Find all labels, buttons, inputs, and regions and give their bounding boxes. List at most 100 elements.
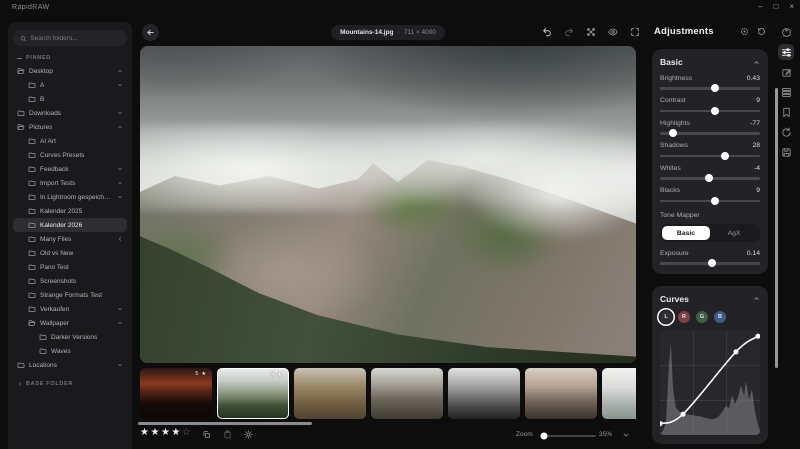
folder-row-verkaufen[interactable]: Verkaufen — [13, 302, 127, 316]
slider-knob[interactable] — [705, 174, 713, 182]
curve-channel-g[interactable]: G — [696, 311, 708, 323]
slider-track[interactable] — [660, 177, 760, 180]
folder-row-wallpaper[interactable]: Wallpaper — [13, 316, 127, 330]
basic-section-title: Basic — [660, 57, 683, 67]
masks-layers-icon[interactable] — [778, 84, 794, 100]
folder-row-in-lightroom-gespeicherte[interactable]: In Lightroom gespeicherte … — [13, 190, 127, 204]
reset-adjustments-icon[interactable] — [757, 27, 766, 36]
folder-row-curves-presets[interactable]: Curves Presets — [13, 148, 127, 162]
ai-rotate-icon[interactable] — [778, 124, 794, 140]
back-button[interactable] — [142, 24, 159, 41]
folder-row-waves[interactable]: Waves — [13, 344, 127, 358]
folder-row-kalender-2026[interactable]: Kalender 2026 — [13, 218, 127, 232]
folder-row-pictures[interactable]: Pictures — [13, 120, 127, 134]
slider-knob[interactable] — [721, 152, 729, 160]
fullscreen-icon[interactable] — [629, 26, 640, 37]
tone-mapper-option-basic[interactable]: Basic — [662, 226, 710, 240]
chevron-down-icon[interactable] — [117, 306, 123, 312]
search-box[interactable] — [13, 30, 127, 46]
slider-knob[interactable] — [711, 197, 719, 205]
preview-eye-icon[interactable] — [607, 26, 618, 37]
minimize-button[interactable]: – — [758, 2, 762, 12]
thumbnail-snowy-aerial[interactable] — [602, 368, 636, 419]
thumbnail-bw-city-skyline[interactable] — [448, 368, 520, 419]
star-5[interactable]: ☆ — [182, 427, 192, 438]
thumbnail-sunset-city[interactable]: 5 ★ — [140, 368, 212, 419]
metadata-circle-icon[interactable] — [778, 24, 794, 40]
chevron-up-icon[interactable] — [117, 124, 123, 130]
slider-knob[interactable] — [708, 259, 716, 267]
folder-row-screenshots[interactable]: Screenshots — [13, 274, 127, 288]
chevron-down-icon[interactable] — [117, 180, 123, 186]
folder-row-feedback[interactable]: Feedback — [13, 162, 127, 176]
thumbnail-rocky-peaks[interactable] — [371, 368, 443, 419]
close-button[interactable]: × — [789, 2, 794, 12]
folder-row-old-vs-new[interactable]: Old vs New — [13, 246, 127, 260]
slider-knob[interactable] — [711, 107, 719, 115]
pinned-section-header[interactable]: PINNED — [17, 55, 123, 61]
slider-knob[interactable] — [669, 129, 677, 137]
slider-track[interactable] — [660, 87, 760, 90]
folder-row-b[interactable]: B — [13, 92, 127, 106]
slider-track[interactable] — [660, 155, 760, 158]
zoom-dropdown-chevron-icon[interactable] — [622, 431, 630, 439]
filmstrip-scrollbar[interactable] — [138, 422, 312, 425]
curve-channel-b[interactable]: B — [714, 311, 726, 323]
export-save-icon[interactable] — [778, 144, 794, 160]
chevron-down-icon[interactable] — [117, 110, 123, 116]
folder-row-downloads[interactable]: Downloads — [13, 106, 127, 120]
curve-channel-r[interactable]: R — [678, 311, 690, 323]
folder-icon — [28, 249, 36, 257]
clipping-grid-icon[interactable] — [585, 26, 596, 37]
presets-bookmark-icon[interactable] — [778, 104, 794, 120]
thumbnail-river-valley[interactable] — [294, 368, 366, 419]
paste-settings-icon[interactable] — [223, 430, 232, 439]
chevron-down-icon[interactable] — [117, 166, 123, 172]
thumbnail-paris-skyline[interactable] — [525, 368, 597, 419]
photo-canvas[interactable] — [140, 46, 636, 363]
folder-row-import-tests[interactable]: Import Tests — [13, 176, 127, 190]
base-folder-row[interactable]: BASE FOLDER — [17, 381, 123, 387]
folder-row-many-files[interactable]: Many Files — [13, 232, 127, 246]
chevron-down-icon[interactable] — [117, 82, 123, 88]
redo-icon[interactable] — [563, 26, 574, 37]
auto-adjust-icon[interactable] — [740, 27, 749, 36]
search-input[interactable] — [30, 35, 120, 42]
tone-mapper-option-agx[interactable]: AgX — [710, 226, 758, 240]
basic-collapse-chevron-icon[interactable] — [753, 59, 760, 66]
curves-collapse-chevron-icon[interactable] — [753, 295, 760, 302]
thumbnail-foggy-mountains[interactable]: 4 ★ — [217, 368, 289, 419]
curve-channel-l[interactable]: L — [660, 311, 672, 323]
curve-editor[interactable] — [660, 331, 760, 435]
maximize-button[interactable]: □ — [773, 2, 778, 12]
zoom-slider[interactable] — [540, 435, 596, 438]
chevron-down-icon[interactable] — [117, 362, 123, 368]
chevron-down-icon[interactable] — [117, 194, 123, 200]
crop-edit-icon[interactable] — [778, 64, 794, 80]
star-3[interactable]: ★ — [161, 427, 171, 438]
chevron-up-icon[interactable] — [117, 68, 123, 74]
zoom-slider-knob[interactable] — [541, 432, 548, 439]
chevron-up-icon[interactable] — [117, 320, 123, 326]
star-1[interactable]: ★ — [140, 427, 150, 438]
adjustments-sliders-icon[interactable] — [778, 44, 794, 60]
folder-row-ai-art[interactable]: AI Art — [13, 134, 127, 148]
star-4[interactable]: ★ — [171, 427, 181, 438]
folder-row-strange-formats-test[interactable]: Strange Formats Test — [13, 288, 127, 302]
folder-row-kalender-2025[interactable]: Kalender 2025 — [13, 204, 127, 218]
undo-icon[interactable] — [541, 26, 552, 37]
slider-track[interactable] — [660, 262, 760, 265]
slider-track[interactable] — [660, 200, 760, 203]
chevron-left-icon[interactable] — [117, 236, 123, 242]
folder-row-locations[interactable]: Locations — [13, 358, 127, 372]
folder-row-a[interactable]: A — [13, 78, 127, 92]
star-2[interactable]: ★ — [150, 427, 160, 438]
folder-row-pano-test[interactable]: Pano Test — [13, 260, 127, 274]
slider-knob[interactable] — [711, 84, 719, 92]
folder-row-desktop[interactable]: Desktop — [13, 64, 127, 78]
auto-settings-gear-icon[interactable] — [244, 430, 253, 439]
copy-settings-icon[interactable] — [202, 430, 211, 439]
slider-track[interactable] — [660, 110, 760, 113]
slider-track[interactable] — [660, 132, 760, 135]
folder-row-darker-versions[interactable]: Darker Versions — [13, 330, 127, 344]
